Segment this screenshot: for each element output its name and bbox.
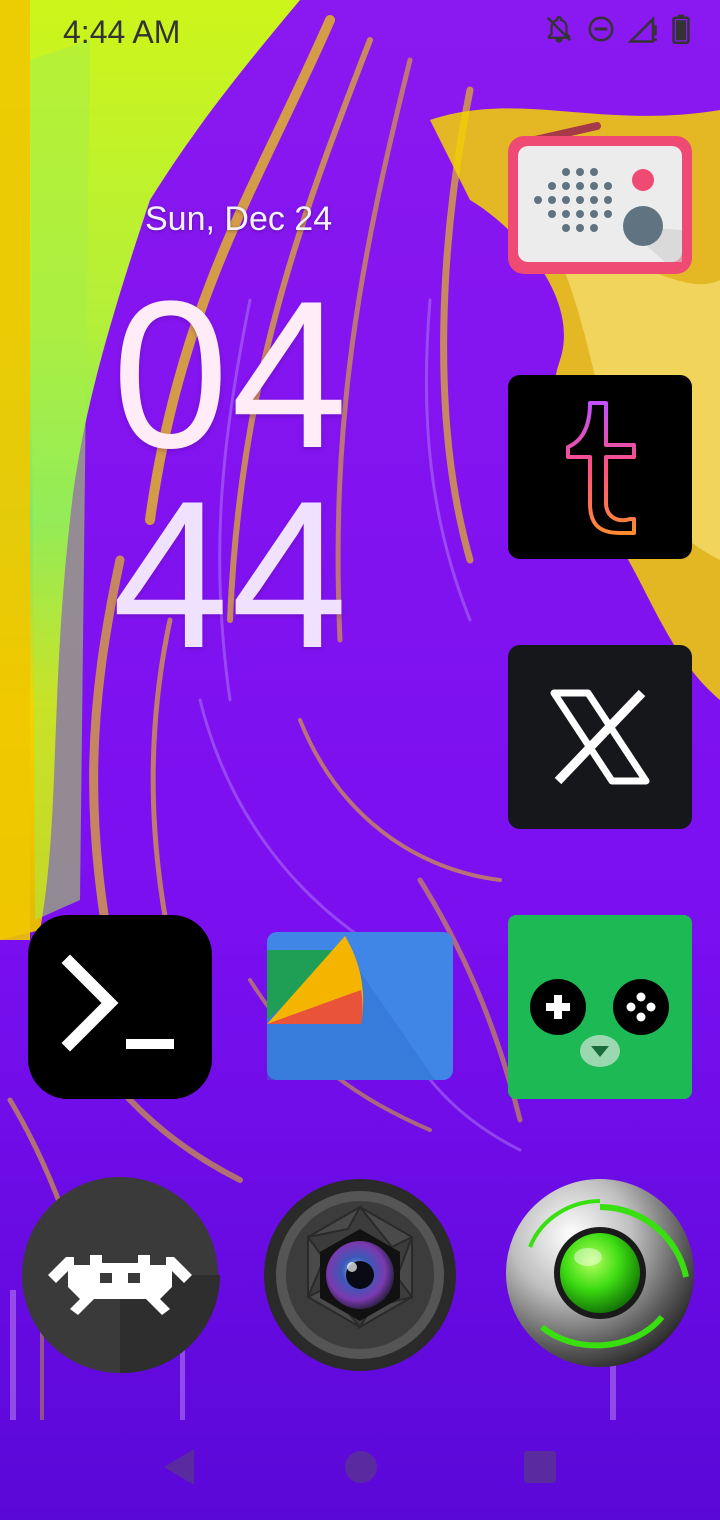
x-app[interactable] bbox=[508, 645, 692, 829]
clock-hour[interactable]: 04 bbox=[112, 270, 350, 480]
notifications-off-icon bbox=[546, 16, 572, 43]
radio-icon bbox=[508, 122, 692, 274]
tumblr-app[interactable] bbox=[508, 375, 692, 559]
navigation-bar bbox=[0, 1420, 720, 1520]
green-orb-icon bbox=[506, 1179, 694, 1367]
status-bar: 4:44 AM bbox=[0, 0, 720, 66]
terminal-icon bbox=[28, 915, 212, 1099]
gamepad-icon bbox=[508, 915, 692, 1099]
clock-date[interactable]: Sun, Dec 24 bbox=[145, 200, 332, 239]
do-not-disturb-icon bbox=[588, 16, 614, 42]
tumblr-icon bbox=[508, 375, 692, 559]
files-app[interactable] bbox=[265, 930, 455, 1082]
clock-minute[interactable]: 44 bbox=[112, 470, 350, 680]
back-button[interactable] bbox=[160, 1446, 198, 1493]
browser-app[interactable] bbox=[502, 1177, 698, 1373]
home-button[interactable] bbox=[343, 1449, 379, 1490]
terminal-app[interactable] bbox=[28, 915, 212, 1099]
back-icon bbox=[164, 1449, 194, 1485]
radio-app[interactable] bbox=[505, 120, 695, 280]
home-icon bbox=[345, 1451, 377, 1483]
space-invader-icon bbox=[22, 1177, 220, 1374]
cellular-signal-icon bbox=[628, 15, 657, 43]
game-app[interactable] bbox=[508, 915, 692, 1099]
camera-app[interactable] bbox=[262, 1177, 458, 1373]
recents-button[interactable] bbox=[523, 1450, 557, 1489]
retroarch-app[interactable] bbox=[20, 1175, 220, 1375]
camera-lens-icon bbox=[264, 1179, 456, 1371]
status-time: 4:44 AM bbox=[63, 14, 181, 50]
battery-icon bbox=[672, 14, 690, 44]
x-logo-icon bbox=[508, 645, 692, 829]
recents-icon bbox=[524, 1451, 556, 1483]
files-icon bbox=[267, 932, 453, 1080]
status-icons bbox=[544, 14, 692, 44]
